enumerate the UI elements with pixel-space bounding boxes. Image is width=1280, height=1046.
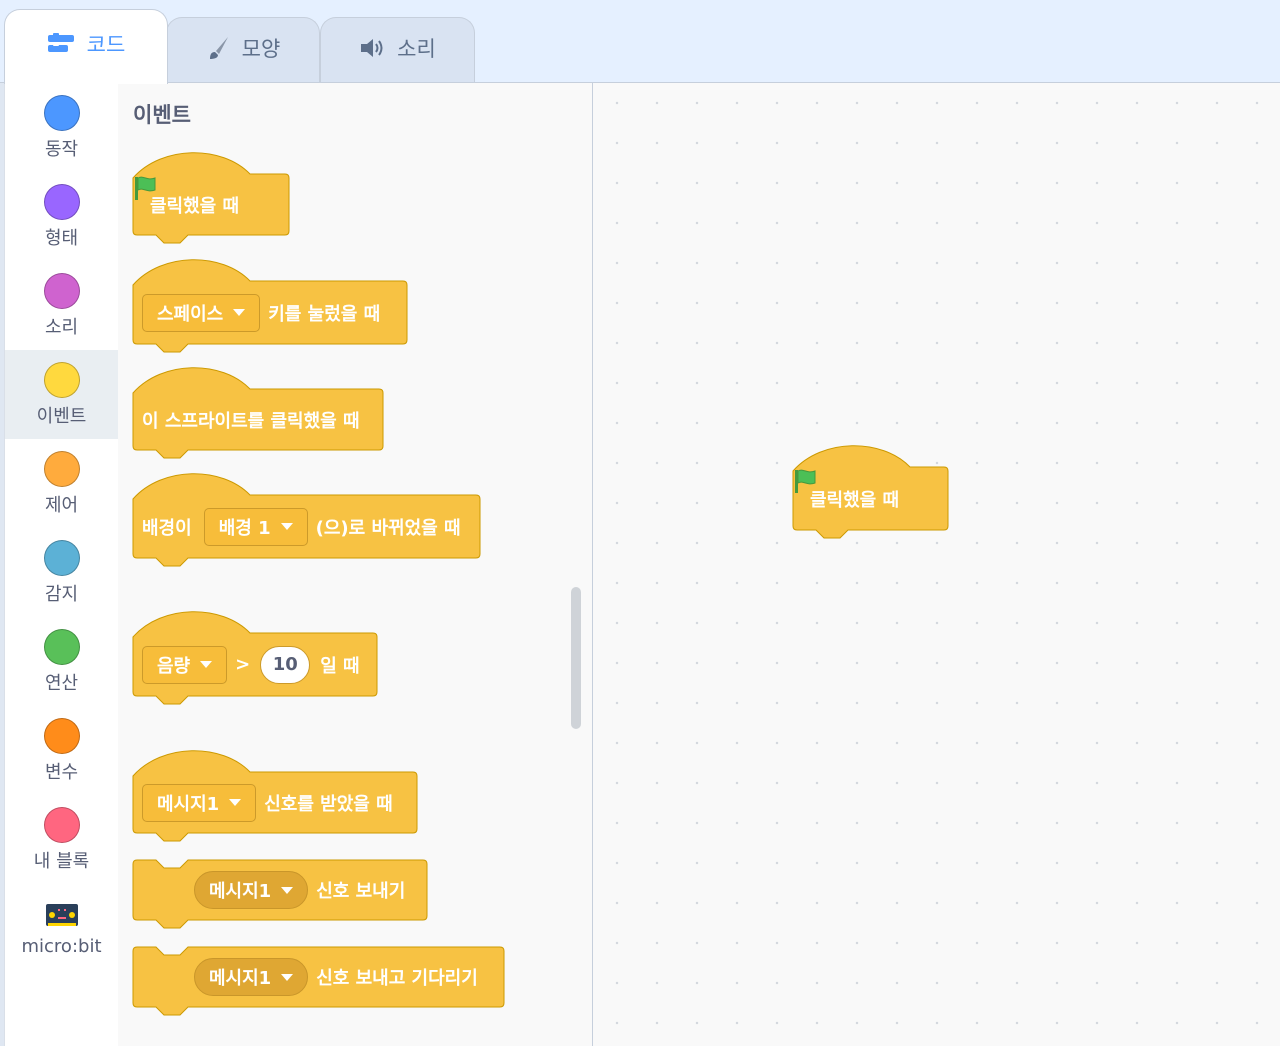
category-looks[interactable]: 형태 [5, 172, 118, 261]
sensor-dropdown-value: 음량 [157, 655, 191, 677]
variables-color-dot [43, 718, 80, 754]
my-blocks-color-dot [43, 807, 80, 843]
category-events[interactable]: 이벤트 [5, 350, 118, 439]
receive-block-text: 신호를 받았을 때 [264, 793, 393, 815]
tab-costumes-label: 모양 [241, 36, 281, 61]
block-palette: 이벤트 클릭했을 때 스페이스 키를 눌렀을 때 이 스프라이트를 클릭했을 때… [118, 83, 593, 1046]
when-backdrop-switches-block[interactable]: 배경이 배경 1 (으)로 바뀌었을 때 [132, 473, 482, 570]
speaker-icon [359, 36, 387, 60]
category-variables-label: 변수 [44, 762, 79, 783]
category-motion[interactable]: 동작 [5, 83, 118, 172]
category-microbit-label: micro:bit [21, 936, 102, 957]
broadcast-block[interactable]: 메시지1 신호 보내기 [132, 859, 430, 933]
chevron-down-icon [233, 309, 246, 316]
when-key-pressed-block[interactable]: 스페이스 키를 눌렀을 때 [132, 259, 408, 356]
message-dropdown[interactable]: 메시지1 [142, 783, 257, 822]
broadcast-wait-dropdown-value: 메시지1 [209, 968, 272, 989]
workspace-flag-block-text: 클릭했을 때 [810, 489, 900, 511]
broadcast-and-wait-block[interactable]: 메시지1 신호 보내고 기다리기 [132, 946, 508, 1020]
chevron-down-icon [200, 661, 213, 668]
workspace-when-flag-clicked-block[interactable]: 클릭했을 때 [792, 445, 950, 542]
category-menu: 동작 형태 소리 이벤트 제어 감지 연산 변수 내 블록 micro:bit [4, 83, 119, 1046]
sprite-clicked-text: 이 스프라이트를 클릭했을 때 [142, 410, 360, 432]
category-motion-label: 동작 [44, 139, 79, 160]
tab-code[interactable]: 코드 [4, 9, 168, 84]
category-sensing-label: 감지 [44, 584, 79, 605]
category-looks-label: 형태 [44, 228, 79, 249]
chevron-down-icon [229, 799, 242, 806]
category-sound-label: 소리 [44, 317, 79, 338]
backdrop-prefix-text: 배경이 [142, 517, 192, 539]
chevron-down-icon [281, 886, 294, 894]
category-variables[interactable]: 변수 [5, 706, 118, 795]
brush-icon [206, 35, 232, 61]
broadcast-wait-message-dropdown[interactable]: 메시지1 [194, 958, 309, 996]
broadcast-dropdown-value: 메시지1 [209, 881, 272, 902]
tab-sounds[interactable]: 소리 [320, 17, 475, 83]
tab-divider [0, 82, 1280, 83]
when-sprite-clicked-block[interactable]: 이 스프라이트를 클릭했을 때 [132, 367, 384, 462]
message-dropdown-value: 메시지1 [157, 793, 220, 815]
backdrop-dropdown-value: 배경 1 [218, 517, 271, 539]
broadcast-block-text: 신호 보내기 [316, 881, 406, 902]
key-dropdown[interactable]: 스페이스 [142, 293, 261, 332]
chevron-down-icon [280, 523, 293, 530]
motion-color-dot [43, 95, 80, 131]
broadcast-wait-block-text: 신호 보내고 기다리기 [316, 968, 478, 989]
category-microbit[interactable]: micro:bit [5, 884, 118, 973]
category-operators[interactable]: 연산 [5, 617, 118, 706]
sensing-color-dot [43, 540, 80, 576]
threshold-input[interactable]: 10 [260, 645, 311, 684]
control-color-dot [43, 451, 80, 487]
tab-costumes[interactable]: 모양 [166, 17, 320, 83]
microbit-icon [44, 896, 80, 932]
sound-color-dot [43, 273, 80, 309]
when-i-receive-block[interactable]: 메시지1 신호를 받았을 때 [132, 750, 420, 847]
sensor-dropdown[interactable]: 음량 [142, 645, 228, 684]
category-events-label: 이벤트 [36, 406, 87, 427]
code-icon [47, 33, 77, 55]
backdrop-dropdown[interactable]: 배경 1 [203, 507, 308, 546]
looks-color-dot [43, 184, 80, 220]
tab-bar: 코드 모양 소리 [0, 0, 1280, 84]
when-flag-clicked-block[interactable]: 클릭했을 때 [132, 152, 290, 245]
category-control-label: 제어 [44, 495, 79, 516]
backdrop-block-text: (으)로 바뀌었을 때 [315, 517, 461, 539]
greater-than-operator: > [235, 654, 251, 675]
script-workspace[interactable]: 클릭했을 때 [593, 83, 1280, 1046]
chevron-down-icon [281, 973, 294, 981]
tab-sounds-label: 소리 [397, 36, 436, 61]
category-my-blocks-label: 내 블록 [33, 851, 90, 872]
category-sound[interactable]: 소리 [5, 261, 118, 350]
key-dropdown-value: 스페이스 [157, 303, 224, 325]
flag-block-text: 클릭했을 때 [150, 195, 240, 217]
category-my-blocks[interactable]: 내 블록 [5, 795, 118, 884]
palette-scrollbar[interactable] [571, 587, 581, 729]
category-operators-label: 연산 [44, 673, 79, 694]
key-block-text: 키를 눌렀을 때 [268, 303, 381, 325]
tab-code-label: 코드 [86, 33, 126, 57]
category-sensing[interactable]: 감지 [5, 528, 118, 617]
broadcast-message-dropdown[interactable]: 메시지1 [194, 871, 309, 909]
when-greater-than-block[interactable]: 음량 > 10 일 때 [132, 611, 380, 708]
operators-color-dot [43, 629, 80, 665]
events-color-dot [43, 362, 80, 398]
palette-section-title: 이벤트 [133, 103, 191, 127]
category-control[interactable]: 제어 [5, 439, 118, 528]
greater-than-block-text: 일 때 [320, 655, 360, 677]
